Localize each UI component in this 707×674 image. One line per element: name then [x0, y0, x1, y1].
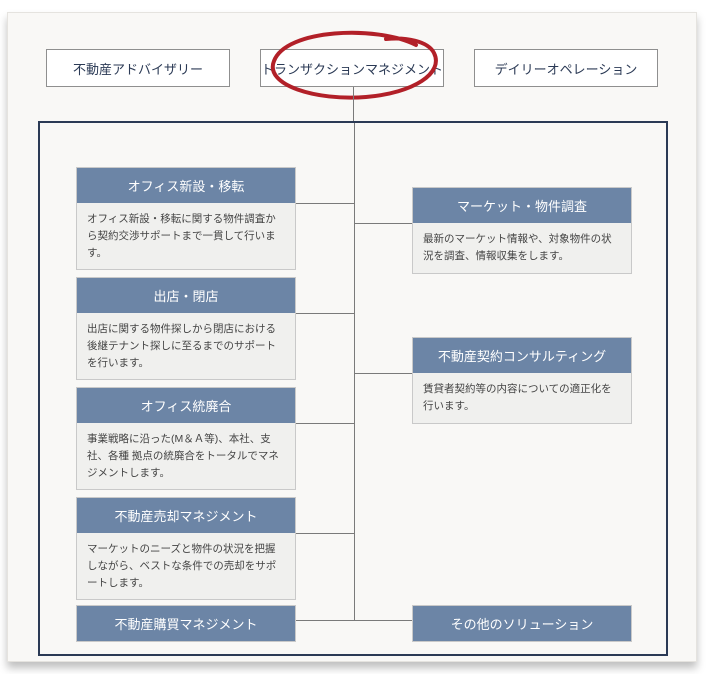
tab-label: デイリーオペレーション — [495, 59, 638, 78]
card-open-close: 出店・閉店 出店に関する物件探しから閉店における後継テナント探しに至るまでのサポ… — [76, 277, 296, 380]
card-purchase-management: 不動産購買マネジメント — [76, 605, 296, 642]
tab-advisory: 不動産アドバイザリー — [46, 49, 230, 87]
connector — [355, 223, 413, 224]
card-desc: マーケットのニーズと物件の状況を把握しながら、ベストな条件での売却をサポートしま… — [77, 533, 295, 599]
tab-label: トランザクションマネジメント — [261, 59, 443, 78]
card-title: オフィス新設・移転 — [77, 168, 295, 203]
tab-transaction: トランザクションマネジメント — [260, 49, 444, 87]
connector — [353, 87, 354, 121]
card-office-new-relocate: オフィス新設・移転 オフィス新設・移転に関する物件調査から契約交渉サポートまで一… — [76, 167, 296, 270]
card-contract-consulting: 不動産契約コンサルティング 賃貸者契約等の内容についての適正化を行います。 — [412, 337, 632, 424]
card-desc: 事業戦略に沿った(M＆Ａ等)、本社、支社、各種 拠点の統廃合をトータルでマネジメ… — [77, 423, 295, 489]
card-title: マーケット・物件調査 — [413, 188, 631, 223]
card-desc: 賃貸者契約等の内容についての適正化を行います。 — [413, 373, 631, 423]
card-title: 不動産契約コンサルティング — [413, 338, 631, 373]
card-sale-management: 不動産売却マネジメント マーケットのニーズと物件の状況を把握しながら、ベストな条… — [76, 497, 296, 600]
connector — [355, 620, 413, 621]
tab-label: 不動産アドバイザリー — [73, 59, 203, 78]
card-title: オフィス統廃合 — [77, 388, 295, 423]
card-title: 不動産購買マネジメント — [76, 605, 296, 642]
card-desc: オフィス新設・移転に関する物件調査から契約交渉サポートまで一貫して行います。 — [77, 203, 295, 269]
card-title: 不動産売却マネジメント — [77, 498, 295, 533]
connector-spine — [354, 123, 355, 621]
main-frame: オフィス新設・移転 オフィス新設・移転に関する物件調査から契約交渉サポートまで一… — [38, 121, 668, 656]
card-desc: 最新のマーケット情報や、対象物件の状況を調査、情報収集をします。 — [413, 223, 631, 273]
connector — [296, 533, 354, 534]
card-title: その他のソリューション — [412, 605, 632, 642]
card-market-survey: マーケット・物件調査 最新のマーケット情報や、対象物件の状況を調査、情報収集をし… — [412, 187, 632, 274]
connector — [355, 373, 413, 374]
connector — [296, 423, 354, 424]
top-tabs: 不動産アドバイザリー トランザクションマネジメント デイリーオペレーション — [8, 49, 696, 87]
tab-daily-ops: デイリーオペレーション — [474, 49, 658, 87]
connector — [296, 313, 354, 314]
connector — [296, 203, 354, 204]
card-desc: 出店に関する物件探しから閉店における後継テナント探しに至るまでのサポートを行いま… — [77, 313, 295, 379]
diagram-canvas: 不動産アドバイザリー トランザクションマネジメント デイリーオペレーション オフ… — [7, 12, 697, 662]
card-office-consolidation: オフィス統廃合 事業戦略に沿った(M＆Ａ等)、本社、支社、各種 拠点の統廃合をト… — [76, 387, 296, 490]
connector — [296, 620, 354, 621]
card-title: 出店・閉店 — [77, 278, 295, 313]
card-other-solutions: その他のソリューション — [412, 605, 632, 642]
